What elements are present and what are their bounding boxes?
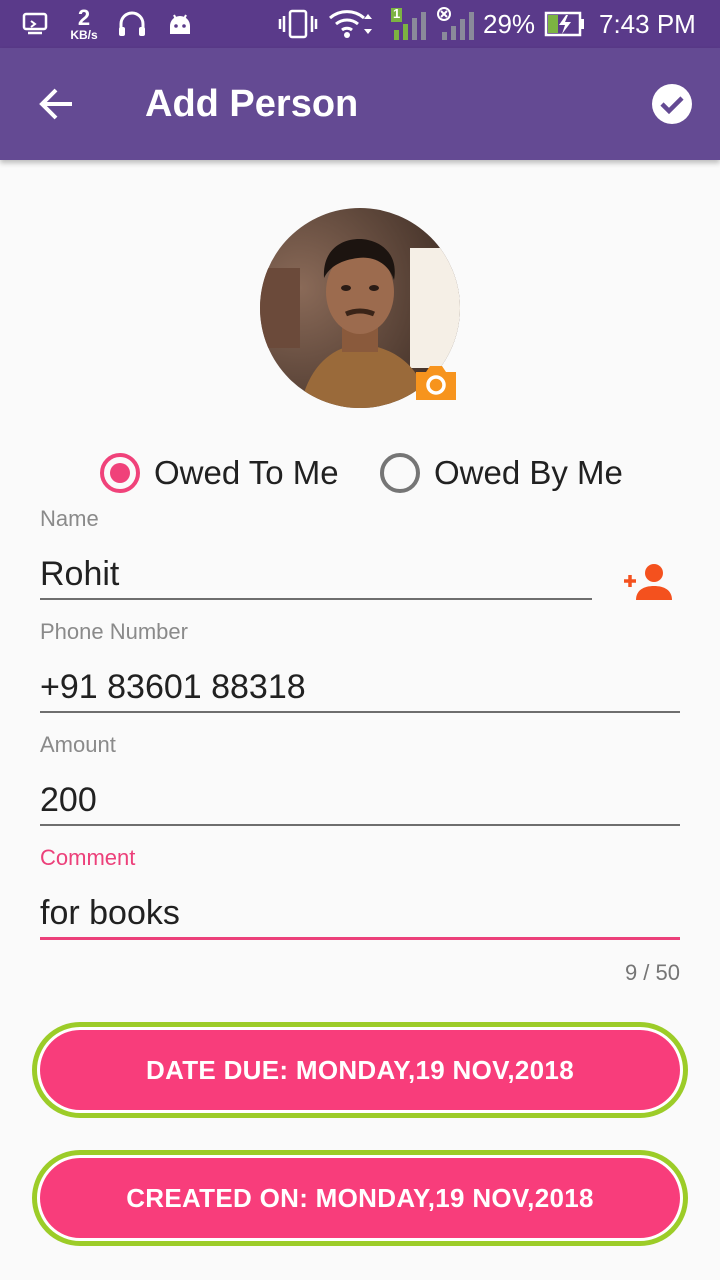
arrow-back-icon [39, 88, 72, 120]
created-on-label: CREATED ON: MONDAY,19 NOV,2018 [40, 1158, 680, 1238]
network-speed: 2 KB/s [66, 0, 102, 48]
screen-cast-icon [22, 0, 50, 48]
phone-label: Phone Number [40, 619, 188, 644]
camera-icon [416, 366, 456, 400]
android-icon [166, 0, 194, 48]
network-speed-unit: KB/s [70, 28, 98, 42]
signal-icon: 1 [390, 0, 430, 48]
comment-label: Comment [40, 845, 136, 870]
radio-owed-by-me-label: Owed By Me [434, 454, 623, 491]
phone-underline [40, 711, 680, 713]
signal-no-sim-icon [436, 0, 476, 48]
page-title: Add Person [145, 83, 359, 125]
change-photo-button[interactable] [414, 364, 458, 402]
wifi-icon [328, 0, 374, 48]
headset-icon [116, 0, 148, 48]
vibrate-icon [278, 0, 318, 48]
created-on-button[interactable]: CREATED ON: MONDAY,19 NOV,2018 [32, 1150, 688, 1246]
pick-contact-button[interactable] [622, 562, 672, 602]
battery-charging-icon [544, 0, 586, 48]
save-button[interactable] [646, 78, 698, 130]
radio-button-checked[interactable] [100, 453, 140, 493]
radio-owed-by-me[interactable]: Owed By Me [380, 450, 623, 496]
sim-number: 1 [393, 6, 401, 21]
person-add-icon [624, 564, 672, 600]
check-circle-icon [652, 84, 692, 124]
comment-underline [40, 937, 680, 940]
status-bar: 2 KB/s 1 29% 7:43 PM [0, 0, 720, 48]
date-due-label: DATE DUE: MONDAY,19 NOV,2018 [40, 1030, 680, 1110]
app-bar: Add Person [0, 48, 720, 160]
character-counter: 9 / 50 [624, 960, 680, 985]
back-button[interactable] [28, 76, 84, 132]
name-underline [40, 598, 592, 600]
battery-percent: 29% [483, 8, 536, 39]
amount-label: Amount [40, 732, 116, 757]
radio-button-unchecked[interactable] [380, 453, 420, 493]
network-speed-value: 2 [77, 5, 91, 30]
amount-underline [40, 824, 680, 826]
radio-owed-to-me[interactable]: Owed To Me [100, 450, 339, 496]
phone-field[interactable] [40, 659, 680, 715]
clock: 7:43 PM [599, 8, 696, 39]
date-due-button[interactable]: DATE DUE: MONDAY,19 NOV,2018 [32, 1022, 688, 1118]
comment-field[interactable] [40, 885, 680, 941]
amount-field[interactable] [40, 772, 680, 828]
radio-owed-to-me-label: Owed To Me [154, 454, 339, 491]
name-field[interactable] [40, 546, 592, 602]
name-label: Name [40, 506, 99, 531]
